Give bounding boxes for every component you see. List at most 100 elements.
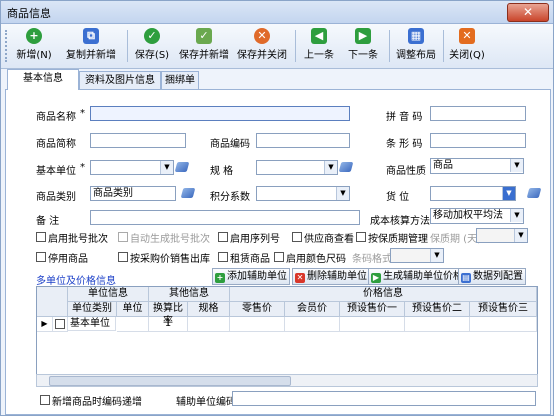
barcode-format-label: 条码格式 [352,254,392,265]
book-icon[interactable] [526,188,542,198]
auto-batch-label: 自动生成批号批次 [130,234,210,245]
product-nature-select[interactable]: 商品 ▼ [430,158,524,174]
cell-preset-price-2[interactable] [405,317,470,332]
cell-unit-category[interactable]: 基本单位 [68,317,116,331]
col-preset-price-3[interactable]: 预设售价三 [470,302,537,317]
save-new-button[interactable]: ✓ 保存并新增 [179,26,229,66]
barcode-input[interactable] [430,133,526,148]
tab-bundle[interactable]: 捆绑单 [161,71,199,89]
base-unit-label: 基本单位 [36,166,76,177]
book-icon[interactable] [174,162,190,172]
save-new-label: 保存并新增 [179,50,229,61]
aux-unit-code-input[interactable] [232,391,536,406]
purchase-price-out-checkbox[interactable] [118,252,128,262]
chevron-down-icon: ▼ [510,159,523,172]
pinyin-input[interactable] [430,106,526,121]
copy-add-button[interactable]: ⧉ 复制并新增 [63,26,119,66]
supplier-view-checkbox[interactable] [292,232,302,242]
cost-method-select[interactable]: 移动加权平均法 ▼ [430,208,524,224]
prev-label: 上一条 [304,50,334,61]
book-icon[interactable] [180,188,196,198]
close-x-icon[interactable]: ✕ [507,3,549,22]
location-select[interactable]: ▼ [430,186,516,201]
generate-price-icon: ▶ [371,273,381,283]
col-unit-category[interactable]: 单位类别 [68,302,117,317]
points-select[interactable]: ▼ [256,186,350,201]
grid-horizontal-scrollbar[interactable] [36,374,538,387]
col-spec[interactable]: 规格 [188,302,230,317]
product-name-input[interactable] [90,106,350,121]
col-ratio[interactable]: 换算比率 [149,302,188,327]
enable-serial-checkbox[interactable] [218,232,228,242]
col-preset-price-1[interactable]: 预设售价一 [340,302,405,317]
scrollbar-thumb[interactable] [49,376,291,386]
auto-increment-checkbox[interactable] [40,395,50,405]
save-check-icon: ✓ [144,28,160,44]
required-mark: * [80,108,85,119]
next-icon: ▶ [355,28,371,44]
book-icon[interactable] [338,162,354,172]
add-unit-icon: + [215,273,225,283]
category-input[interactable]: 商品类别 [90,186,176,201]
base-unit-select[interactable]: ▼ [90,160,174,175]
grid-corner [37,287,68,317]
column-config-button[interactable]: ▤ 数据列配置 [458,268,526,285]
close-button[interactable]: ✕ 关闭(Q) [449,26,485,66]
points-label: 积分系数 [210,192,250,203]
chevron-down-icon: ▼ [510,209,523,222]
product-code-label: 商品编码 [210,139,250,150]
layout-icon: ▦ [408,28,424,44]
toolbar-grip[interactable] [5,30,10,62]
shelf-days-select[interactable]: ▼ [476,228,528,243]
cell-member-price[interactable] [285,317,340,332]
column-config-icon: ▤ [461,273,471,283]
save-close-icon: ✕ [254,28,270,44]
disable-product-checkbox[interactable] [36,252,46,262]
cell-unit[interactable] [117,317,149,332]
close-icon: ✕ [459,28,475,44]
spec-select[interactable]: ▼ [256,160,338,175]
col-unit[interactable]: 单位 [117,302,149,317]
tab-docs-images[interactable]: 资料及图片信息 [79,71,161,89]
delete-aux-unit-button[interactable]: ✕ 删除辅助单位 [292,268,370,285]
barcode-label: 条 形 码 [386,139,423,150]
group-unit-info: 单位信息 [68,287,149,302]
shelf-days-label: 保质期 (天) [430,234,481,245]
cell-ratio[interactable]: 1 [149,317,188,332]
tab-basic-info[interactable]: 基本信息 [7,69,79,90]
product-info-window: 商品信息 ✕ + 新增(N) ⧉ 复制并新增 ✓ 保存(S) ✓ 保存并新增 ✕… [0,0,554,416]
short-name-input[interactable] [90,133,186,148]
product-code-input[interactable] [256,133,350,148]
prev-button[interactable]: ◀ 上一条 [301,26,337,66]
new-button[interactable]: + 新增(N) [15,26,53,66]
shelf-life-checkbox[interactable] [356,232,366,242]
cell-retail-price[interactable] [230,317,285,332]
chevron-down-icon: ▼ [514,229,527,242]
col-preset-price-2[interactable]: 预设售价二 [405,302,470,317]
col-retail-price[interactable]: 零售价 [230,302,285,317]
cell-spec[interactable] [188,317,230,332]
cell-preset-price-1[interactable] [340,317,405,332]
generate-aux-price-button[interactable]: ▶ 生成辅助单位价格 [368,268,466,285]
auto-batch-checkbox[interactable] [118,232,128,242]
enable-batch-checkbox[interactable] [36,232,46,242]
save-button[interactable]: ✓ 保存(S) [133,26,171,66]
adjust-layout-button[interactable]: ▦ 调整布局 [395,26,437,66]
barcode-format-select[interactable]: ▼ [390,248,444,263]
note-input[interactable] [90,210,360,225]
multi-unit-price-link[interactable]: 多单位及价格信息 [36,272,116,287]
row-select-cell[interactable] [53,317,68,332]
rental-checkbox[interactable] [218,252,228,262]
cell-preset-price-3[interactable] [470,317,537,332]
add-aux-unit-button[interactable]: + 添加辅助单位 [212,268,290,285]
row-select-checkbox[interactable] [55,319,65,329]
group-other-info: 其他信息 [149,287,230,302]
window-title: 商品信息 [7,7,51,20]
save-close-button[interactable]: ✕ 保存并关闭 [237,26,287,66]
color-size-checkbox[interactable] [274,252,284,262]
copy-add-label: 复制并新增 [66,50,116,61]
next-button[interactable]: ▶ 下一条 [345,26,381,66]
col-member-price[interactable]: 会员价 [285,302,340,317]
aux-unit-code-label: 辅助单位编码 [176,397,236,408]
toolbar-separator [127,30,128,62]
